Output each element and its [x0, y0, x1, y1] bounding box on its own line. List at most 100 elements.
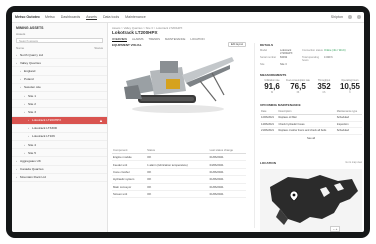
sidebar-item[interactable]: › North Quarry Ltd: [12, 51, 107, 60]
location-section: LOCATION Go to map view − +: [260, 161, 362, 232]
tab-trends[interactable]: TRENDS: [149, 37, 161, 42]
table-row[interactable]: Engine module OK 01/06/2021: [112, 153, 246, 162]
asset-sidebar: MINING ASSETS Assets Search assets Name …: [12, 23, 108, 232]
table-row[interactable]: 12/06/2021 Replace oil filter Scheduled: [260, 114, 362, 122]
nav-item-dashboards[interactable]: Dashboards: [61, 15, 80, 19]
date-cell: 01/06/2021: [208, 153, 246, 162]
edit-layout-button[interactable]: Edit layout: [227, 42, 246, 47]
sidebar-item-label: Canada Quarries: [20, 167, 44, 172]
sidebar-item-label: Sweden site: [24, 85, 41, 90]
type-cell: Scheduled: [335, 114, 362, 122]
detail-key: Connection status: [302, 49, 323, 52]
status-cell: OK: [146, 168, 209, 177]
sidebar-item-label: Lokotrack LT106: [32, 134, 55, 139]
sidebar-item[interactable]: › Lokotrack LT106: [12, 133, 107, 142]
detail-key: [302, 63, 324, 66]
topbar-right: Shipton: [331, 15, 361, 19]
status-cell: OK: [146, 175, 209, 184]
sidebar-item-label: Poland: [24, 77, 34, 82]
sidebar-item[interactable]: › Site 2: [12, 100, 107, 109]
sidebar-item-label: Lokotrack LT330D: [32, 126, 58, 131]
tab-location[interactable]: LOCATION: [190, 37, 204, 42]
detail-value: Site 3: [280, 63, 287, 66]
sidebar-item[interactable]: › Sweden site: [12, 84, 107, 92]
table-row[interactable]: Main conveyor OK 01/06/2021: [112, 183, 246, 191]
table-row[interactable]: Feeder unit 1 alarm (lubrication temperat…: [112, 160, 246, 169]
measurement-unit: %: [270, 91, 274, 94]
description-cell: Replace crusher liners and check all bel…: [277, 127, 336, 135]
sidebar-item-label: Mountain Rock Ltd: [20, 175, 46, 180]
sidebar-item[interactable]: › Site 3: [12, 108, 107, 117]
avatar[interactable]: [357, 15, 361, 19]
location-map[interactable]: − +: [260, 169, 362, 232]
sidebar-item-label: Site 2: [28, 101, 36, 106]
tab-overview[interactable]: OVERVIEW: [112, 37, 128, 42]
sidebar-column-headers: Name Status: [12, 44, 107, 51]
sidebar-item-label: Site 3: [28, 109, 36, 114]
map-pin-icon[interactable]: [290, 191, 298, 201]
sidebar-item-label: England: [24, 68, 36, 73]
equipment-visual-panel: EQUIPMENT VISUAL Edit layout: [112, 42, 246, 119]
map-graphic: [270, 175, 358, 225]
details-grid: Model Lokotrack LT200HPX Connection status…: [260, 49, 362, 66]
measurement-card[interactable]: Operating hours 10,55 h: [338, 79, 362, 94]
see-all-link[interactable]: See all: [260, 137, 362, 140]
detail-key: Site: [260, 63, 265, 66]
measurement-card[interactable]: Utilization rate 91,6%: [260, 79, 284, 94]
main-content: Assets > Valley Quarries > Site 3 > Loko…: [108, 23, 364, 232]
detail-value: [324, 63, 362, 66]
maintenance-title: UPCOMING MAINTENANCE: [260, 103, 301, 107]
measurement-card[interactable]: Fuel consumption rate 76,5 l/h: [286, 79, 310, 94]
sidebar-item[interactable]: › Valley Quarries: [12, 59, 107, 68]
measurement-unit: l/h: [296, 91, 300, 94]
tab-maintenance[interactable]: MAINTENANCE: [165, 37, 185, 42]
sidebar-item-label: Valley Quarries: [20, 60, 41, 65]
measurement-card[interactable]: Throughput 352 t/h: [312, 79, 336, 94]
measurement-value: 352: [317, 82, 331, 91]
date-cell: 01/06/2021: [208, 168, 246, 177]
notification-icon[interactable]: [348, 15, 352, 19]
column-name: Name: [16, 46, 25, 50]
user-name[interactable]: Shipton: [331, 15, 343, 19]
zoom-controls[interactable]: − +: [330, 226, 341, 232]
detail-value: Lokotrack LT200HPX: [280, 49, 293, 55]
sidebar-item[interactable]: › Site 1: [12, 92, 107, 101]
table-row[interactable]: 21/06/2021 Replace crusher liners and che…: [260, 127, 362, 135]
sidebar-title: MINING ASSETS: [16, 26, 44, 30]
location-title: LOCATION: [260, 161, 276, 165]
component-cell: Hydraulic system: [112, 175, 147, 184]
top-navigation: Metso Outotec Metso Dashboards Assets Da…: [12, 12, 364, 23]
maintenance-table-body: 12/06/2021 Replace oil filter Scheduled 14/…: [260, 114, 362, 135]
nav-item-assets[interactable]: Assets: [86, 15, 97, 20]
type-cell: Scheduled: [335, 127, 362, 135]
sidebar-item[interactable]: › Mountain Rock Ltd: [12, 174, 107, 182]
crusher-machine-image: [124, 57, 234, 113]
component-cell: Engine module: [112, 153, 147, 162]
sidebar-item[interactable]: › Site 4: [12, 141, 107, 150]
date-cell: 01/06/2021: [208, 183, 246, 191]
nav-item-maintenance[interactable]: Maintenance: [125, 15, 146, 19]
table-row[interactable]: Hydraulic system OK 01/06/2021: [112, 175, 246, 184]
sidebar-item[interactable]: › Canada Quarries: [12, 166, 107, 174]
brand-logo[interactable]: Metso Outotec: [15, 15, 40, 19]
table-row[interactable]: 14/06/2021 Check hydraulic hoses Inspectio…: [260, 121, 362, 129]
table-row[interactable]: Screen unit OK 01/06/2021: [112, 190, 246, 199]
sidebar-item[interactable]: › Site 5: [12, 149, 107, 158]
sidebar-item[interactable]: › Lokotrack LT200HPX ▲: [12, 116, 107, 125]
detail-key: Model: [260, 49, 268, 52]
tab-alarms[interactable]: ALARMS: [132, 37, 144, 42]
table-row[interactable]: Cone crusher OK 01/06/2021: [112, 168, 246, 177]
nav-item-home[interactable]: Metso: [45, 15, 55, 19]
details-section: DETAILS Model Lokotrack LT200HPX Connectio…: [260, 43, 362, 66]
sidebar-item[interactable]: › Poland: [12, 76, 107, 84]
detail-value: 4 320 h: [324, 56, 333, 59]
measurements-row: Utilization rate 91,6% Fuel consumption ra…: [260, 79, 362, 94]
asset-search-input[interactable]: Search assets: [16, 38, 103, 43]
measurement-value: 91,6: [264, 82, 280, 91]
map-view-link[interactable]: Go to map view: [345, 161, 362, 167]
nav-item-data-tools[interactable]: Data tools: [103, 15, 119, 19]
sidebar-item[interactable]: › England: [12, 67, 107, 76]
asset-tree: › North Quarry Ltd › Valley Quarries › Englan…: [12, 51, 107, 182]
sidebar-item[interactable]: › Lokotrack LT330D: [12, 125, 107, 133]
sidebar-item[interactable]: › Aggregates UK: [12, 157, 107, 166]
